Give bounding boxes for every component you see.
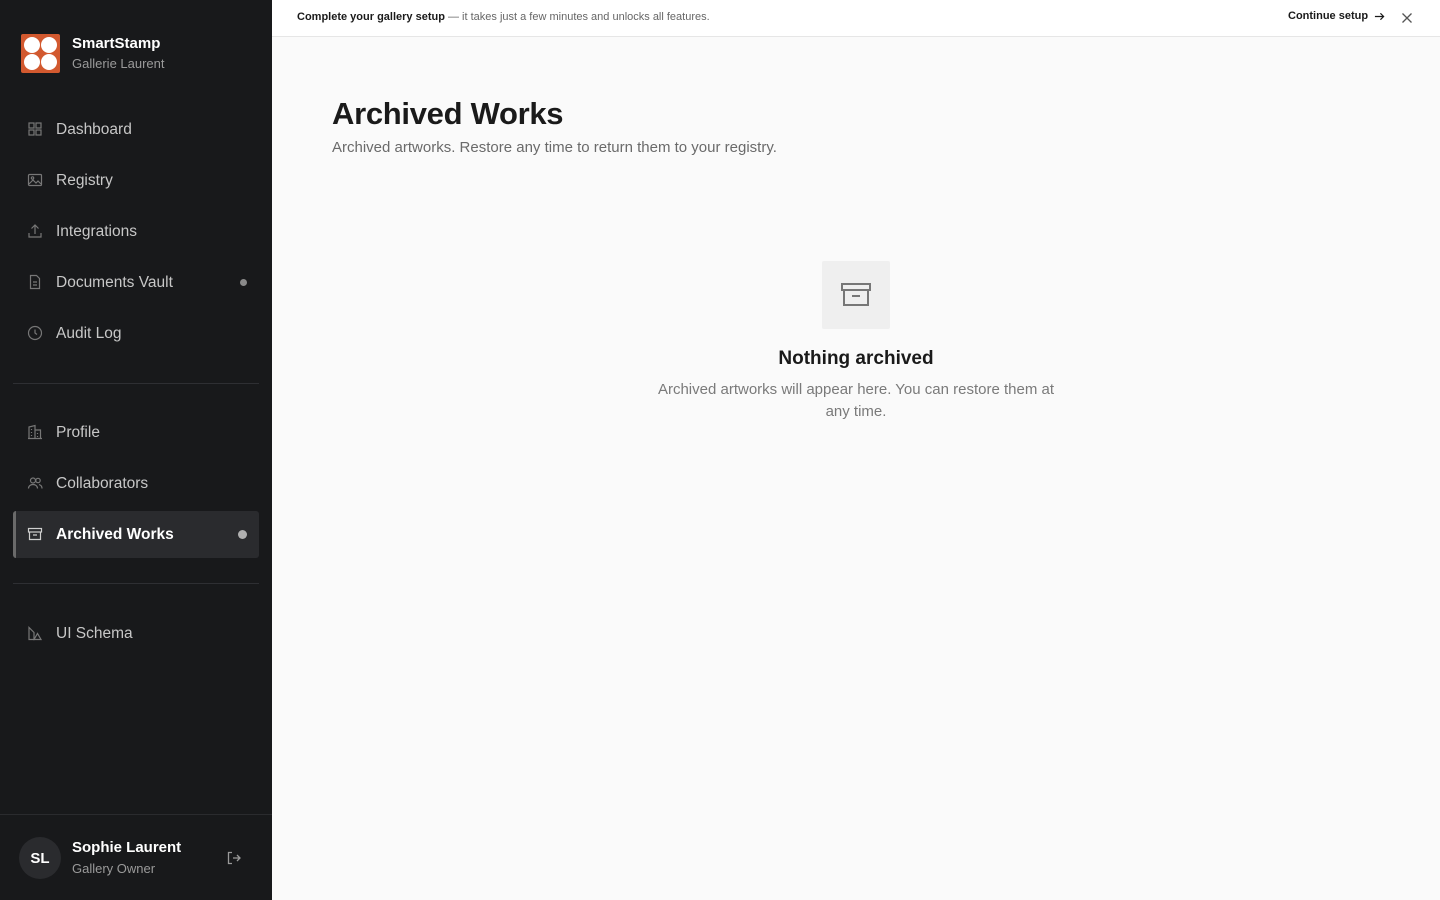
- continue-setup-button[interactable]: Continue setup: [1288, 10, 1385, 22]
- user-role: Gallery Owner: [72, 861, 156, 876]
- clock-icon: [27, 325, 43, 341]
- user-name: Sophie Laurent: [72, 839, 182, 856]
- logo: [21, 34, 60, 73]
- sidebar-item-integrations[interactable]: Integrations: [13, 208, 259, 255]
- banner-title: Complete your gallery setup: [297, 11, 445, 23]
- upload-icon: [28, 224, 42, 238]
- sidebar-item-label: UI Schema: [56, 624, 133, 642]
- logout-icon[interactable]: [226, 850, 242, 866]
- arrow-right-icon: [1374, 12, 1385, 20]
- avatar[interactable]: SL: [19, 837, 61, 879]
- empty-state-title: Nothing archived: [778, 348, 934, 369]
- page-subtitle: Archived artworks. Restore any time to r…: [332, 139, 777, 156]
- empty-state-text: Archived artworks will appear here. You …: [657, 381, 1055, 420]
- document-icon: [29, 274, 41, 290]
- sidebar-item-label: Integrations: [56, 222, 137, 240]
- sidebar-item-audit-log[interactable]: Audit Log: [13, 310, 259, 357]
- sidebar-item-label: Documents Vault: [56, 273, 173, 291]
- sidebar-item-label: Archived Works: [56, 525, 174, 543]
- sidebar-item-label: Profile: [56, 423, 100, 441]
- divider: [13, 583, 259, 584]
- sidebar-item-registry[interactable]: Registry: [13, 157, 259, 204]
- sidebar-item-collaborators[interactable]: Collaborators: [13, 460, 259, 507]
- sidebar-item-label: Collaborators: [56, 474, 149, 492]
- empty-state-icon-box: [822, 261, 890, 329]
- image-icon: [27, 173, 43, 187]
- user-panel: SL Sophie Laurent Gallery Owner: [0, 814, 272, 900]
- sidebar-item-label: Registry: [56, 171, 113, 189]
- sidebar-item-label: Dashboard: [56, 120, 132, 138]
- notification-dot: [240, 279, 247, 286]
- sidebar: SmartStamp Gallerie Laurent Dashboard Re…: [0, 0, 272, 900]
- building-icon: [28, 424, 42, 440]
- banner-text: Complete your gallery setup — it takes j…: [297, 11, 710, 23]
- shapes-icon: [28, 626, 43, 641]
- users-icon: [27, 477, 43, 489]
- sidebar-item-dashboard[interactable]: Dashboard: [13, 106, 259, 153]
- brand-name: SmartStamp: [72, 35, 161, 52]
- close-icon[interactable]: [1400, 11, 1414, 25]
- sidebar-item-label: Audit Log: [56, 324, 122, 342]
- sidebar-item-documents-vault[interactable]: Documents Vault: [13, 259, 259, 306]
- divider: [13, 383, 259, 384]
- setup-banner: Complete your gallery setup — it takes j…: [272, 0, 1440, 37]
- grid-icon: [28, 122, 42, 136]
- archive-icon: [841, 283, 871, 306]
- brand-org: Gallerie Laurent: [72, 56, 165, 71]
- sidebar-item-archived-works[interactable]: Archived Works: [13, 511, 259, 558]
- sidebar-item-profile[interactable]: Profile: [13, 409, 259, 456]
- archive-icon: [27, 527, 43, 541]
- page-title: Archived Works: [332, 96, 564, 131]
- sidebar-item-ui-schema[interactable]: UI Schema: [13, 610, 259, 657]
- notification-dot: [238, 530, 247, 539]
- continue-setup-label: Continue setup: [1288, 10, 1369, 22]
- brand[interactable]: SmartStamp Gallerie Laurent: [21, 34, 165, 73]
- banner-message: — it takes just a few minutes and unlock…: [448, 11, 710, 23]
